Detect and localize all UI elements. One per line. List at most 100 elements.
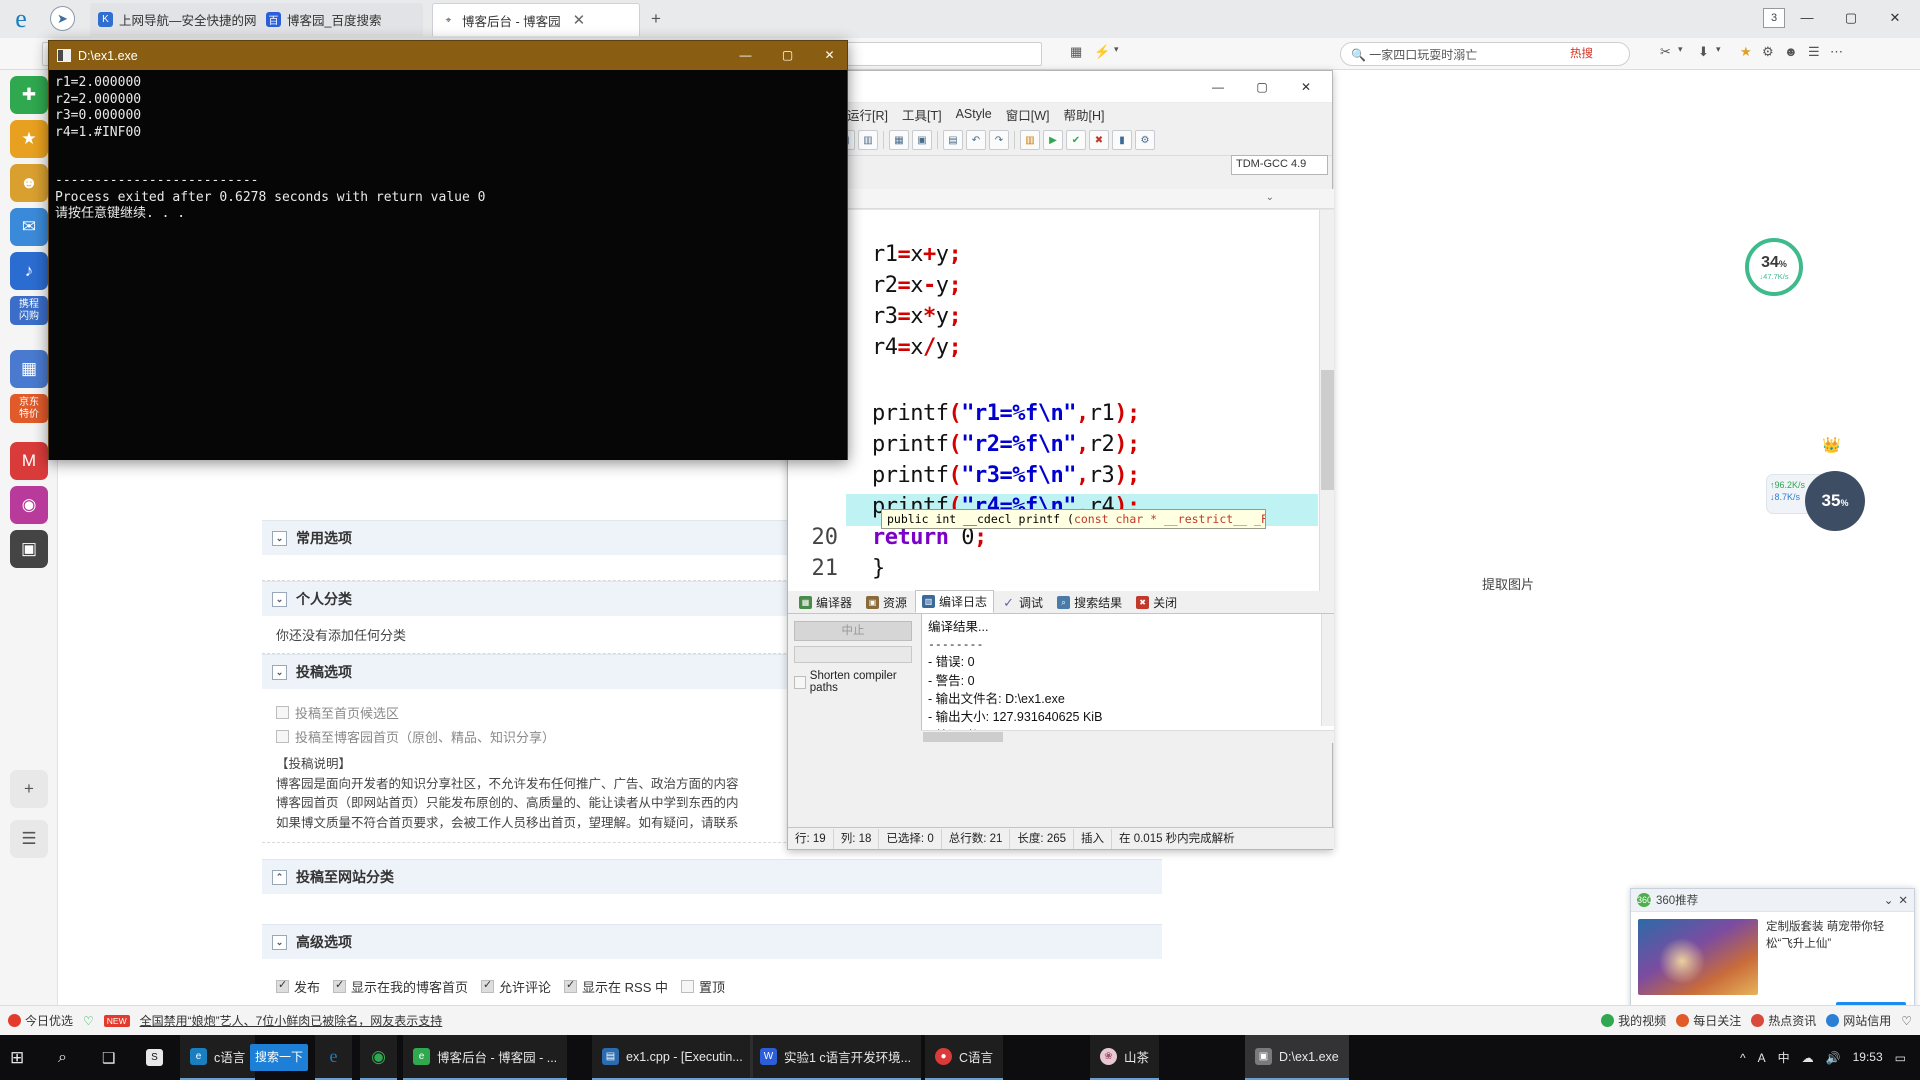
browser-tab-0[interactable]: K 上网导航—安全快捷的网址大全 — [90, 3, 286, 36]
extract-image-button[interactable]: 提取图片 — [1482, 574, 1534, 593]
save-all-icon[interactable]: ▣ — [912, 130, 932, 150]
checkbox-show-on-my-blog[interactable]: 显示在我的博客首页 — [333, 977, 468, 996]
run-icon[interactable]: ▶ — [1043, 130, 1063, 150]
list-icon[interactable]: ☰ — [10, 820, 48, 858]
section-header-advanced-options[interactable]: ⌄ 高级选项 — [262, 924, 1162, 960]
collapse-toggle-icon[interactable]: ⌄ — [272, 934, 287, 950]
tab-compile-log[interactable]: ▥ 编译日志 — [915, 590, 995, 613]
redo-icon[interactable]: ↷ — [989, 130, 1009, 150]
browser-maximize-button[interactable]: ▢ — [1830, 4, 1872, 32]
new-tab-button[interactable]: + — [643, 8, 669, 32]
mail-icon[interactable]: ✉ — [10, 208, 48, 246]
console-minimize-button[interactable]: — — [728, 41, 763, 70]
chevron-down-icon[interactable]: ▾ — [1678, 44, 1683, 55]
compiler-select[interactable]: TDM-GCC 4.9 — [1231, 155, 1328, 175]
checkbox-icon[interactable] — [481, 978, 495, 994]
ide-minimize-button[interactable]: — — [1196, 72, 1240, 102]
taskbar-item-clanguage-doc[interactable]: ● C语言 — [925, 1035, 1004, 1080]
checkbox-icon[interactable] — [333, 978, 347, 994]
ad-thumbnail[interactable] — [1638, 919, 1758, 995]
hot-search-badge[interactable]: 热搜 — [1570, 45, 1593, 61]
footer-headline[interactable]: 全国禁用“娘炮”艺人、7位小鲜肉已被除名，网友表示支持 — [140, 1012, 443, 1029]
shop-icon[interactable]: ◉ — [10, 486, 48, 524]
tray-ime-a-icon[interactable]: A — [1758, 1051, 1766, 1065]
footer-heart-icon[interactable]: ♡ — [1901, 1014, 1912, 1028]
grid-icon[interactable]: ▦ — [1070, 44, 1082, 60]
calendar-icon[interactable]: ▦ — [10, 350, 48, 388]
tab-debug[interactable]: ✓ 调试 — [996, 592, 1049, 613]
checkbox-allow-comments[interactable]: 允许评论 — [481, 977, 551, 996]
nav-button-icon[interactable]: ➤ — [50, 6, 75, 31]
tray-ime-cn-icon[interactable]: 中 — [1778, 1049, 1790, 1066]
chevron-down-icon[interactable]: ⌄ — [1266, 192, 1274, 203]
code-editor[interactable]: 20 21 r1=x+y; r2=x-y; r3=x*y; r4=x/y; pr… — [788, 209, 1334, 591]
add-icon[interactable]: + — [10, 770, 48, 808]
menu-run[interactable]: 运行[R] — [840, 103, 895, 126]
compile-icon[interactable]: ▥ — [1020, 130, 1040, 150]
checkbox-icon[interactable] — [681, 980, 695, 994]
compile-run-icon[interactable]: ✔ — [1066, 130, 1086, 150]
print-icon[interactable]: ▤ — [943, 130, 963, 150]
collapse-toggle-icon[interactable]: ⌄ — [272, 664, 287, 680]
taskbar-item-ie-clanguage[interactable]: e c语言 — [180, 1035, 256, 1080]
page-count-badge[interactable]: 3 — [1763, 8, 1785, 28]
taskbar-clock[interactable]: 19:53 — [1853, 1050, 1883, 1065]
ad-minimize-icon[interactable]: ⌄ — [1884, 893, 1894, 907]
plus-circle-icon[interactable]: ✚ — [10, 76, 48, 114]
taskbar-item-word-doc[interactable]: W 实验1 c语言开发环境... — [750, 1035, 922, 1080]
mlb-icon[interactable]: M — [10, 442, 48, 480]
more-icon[interactable]: ⋯ — [1830, 44, 1843, 60]
ide-maximize-button[interactable]: ▢ — [1240, 72, 1284, 102]
cpu-usage-ring[interactable]: 34% ↓47.7K/s — [1745, 238, 1803, 296]
code-text-area[interactable]: r1=x+y; r2=x-y; r3=x*y; r4=x/y; printf("… — [846, 210, 1318, 591]
notification-icon[interactable]: ▭ — [1895, 1051, 1906, 1065]
checkbox-show-in-rss[interactable]: 显示在 RSS 中 — [564, 977, 668, 996]
log-vertical-scrollbar[interactable] — [1321, 614, 1334, 726]
tray-cloud-icon[interactable]: ☁ — [1802, 1051, 1814, 1065]
tab-close-icon[interactable]: ✕ — [573, 11, 586, 29]
taskbar-item-blog-admin[interactable]: e 博客后台 - 博客园 - ... — [403, 1035, 568, 1080]
footer-item-daily-follow[interactable]: 每日关注 — [1676, 1012, 1741, 1029]
scrollbar-thumb[interactable] — [923, 732, 1003, 742]
rail-label-icon[interactable]: 携程 闪购 — [10, 296, 48, 325]
collapse-toggle-icon[interactable]: ⌄ — [272, 591, 287, 607]
taskbar-search-button[interactable]: ⌕ — [48, 1035, 77, 1080]
checkbox-icon[interactable] — [794, 675, 806, 689]
ad-close-icon[interactable]: ✕ — [1898, 893, 1908, 907]
menu-help[interactable]: 帮助[H] — [1056, 103, 1111, 126]
rail-label-icon[interactable]: 京东 特价 — [10, 394, 48, 423]
collapse-toggle-icon[interactable]: ⌄ — [272, 530, 287, 546]
taskbar-item-console[interactable]: ▣ D:\ex1.exe — [1245, 1035, 1349, 1080]
menu-tools[interactable]: 工具[T] — [895, 103, 949, 126]
footer-item-hot-news[interactable]: 热点资讯 — [1751, 1012, 1816, 1029]
menu-icon[interactable]: ☰ — [1808, 44, 1820, 60]
abort-button[interactable]: 中止 — [794, 621, 912, 641]
shorten-paths-row[interactable]: Shorten compiler paths — [794, 670, 915, 694]
start-button[interactable]: ⊞ — [0, 1035, 34, 1080]
tray-expand-icon[interactable]: ^ — [1740, 1051, 1746, 1065]
checkbox-icon[interactable] — [564, 978, 578, 994]
browser-minimize-button[interactable]: — — [1786, 4, 1828, 32]
profile-icon[interactable]: ▮ — [1112, 130, 1132, 150]
editor-vertical-scrollbar[interactable] — [1319, 210, 1334, 591]
memory-usage-ring[interactable]: 35% — [1805, 471, 1865, 531]
save-icon[interactable]: ▦ — [889, 130, 909, 150]
log-horizontal-scrollbar[interactable] — [921, 730, 1334, 743]
tab-resources[interactable]: ▣ 资源 — [860, 592, 913, 613]
chevron-down-icon[interactable]: ▾ — [1716, 44, 1721, 55]
today-picks[interactable]: 今日优选 — [8, 1012, 73, 1029]
checkbox-pin-top[interactable]: 置顶 — [681, 977, 725, 996]
face-icon[interactable]: ☻ — [10, 164, 48, 202]
tray-volume-icon[interactable]: 🔊 — [1826, 1051, 1841, 1065]
browser-close-button[interactable]: ✕ — [1874, 4, 1916, 32]
taskbar-item-ie[interactable]: e — [315, 1035, 352, 1080]
menu-astyle[interactable]: AStyle — [949, 105, 999, 123]
ad-popup-body[interactable]: 定制版套装 萌宠带你轻 松“飞升上仙” — [1631, 912, 1914, 1002]
checkbox-publish[interactable]: 发布 — [276, 977, 320, 996]
browser-tab-1[interactable]: 百 博客园_百度搜索 — [258, 3, 423, 36]
heart-icon[interactable]: ♡ — [83, 1014, 94, 1028]
stop-icon[interactable]: ✖ — [1089, 130, 1109, 150]
tab-compiler[interactable]: ▦ 编译器 — [793, 592, 858, 613]
download-icon[interactable]: ⬇ — [1698, 44, 1709, 60]
console-close-button[interactable]: ✕ — [812, 41, 847, 70]
